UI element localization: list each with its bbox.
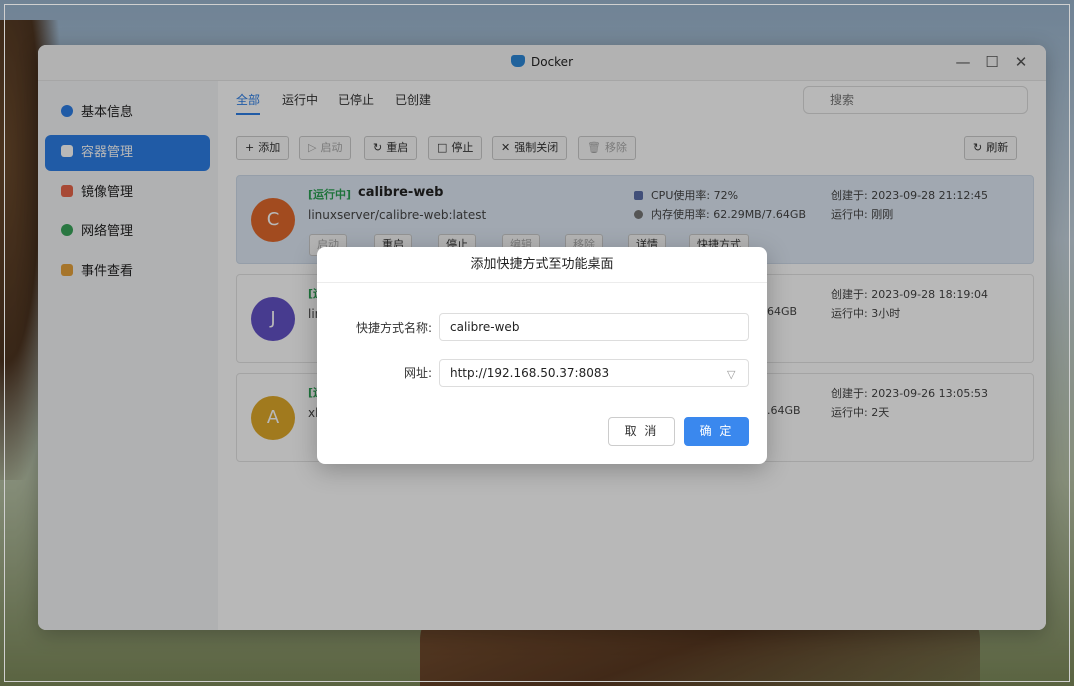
cancel-button[interactable]: 取 消 xyxy=(608,417,675,446)
add-shortcut-dialog: 添加快捷方式至功能桌面 快捷方式名称: calibre-web 网址: http… xyxy=(317,247,767,464)
url-label: 网址: xyxy=(403,366,432,380)
url-select[interactable]: http://192.168.50.37:8083 xyxy=(439,359,749,387)
shortcut-name-label: 快捷方式名称: xyxy=(355,321,432,335)
dialog-title: 添加快捷方式至功能桌面 xyxy=(317,247,767,283)
chevron-down-icon[interactable]: ▽ xyxy=(727,368,735,381)
confirm-button[interactable]: 确 定 xyxy=(684,417,749,446)
shortcut-name-field[interactable]: calibre-web xyxy=(439,313,749,341)
